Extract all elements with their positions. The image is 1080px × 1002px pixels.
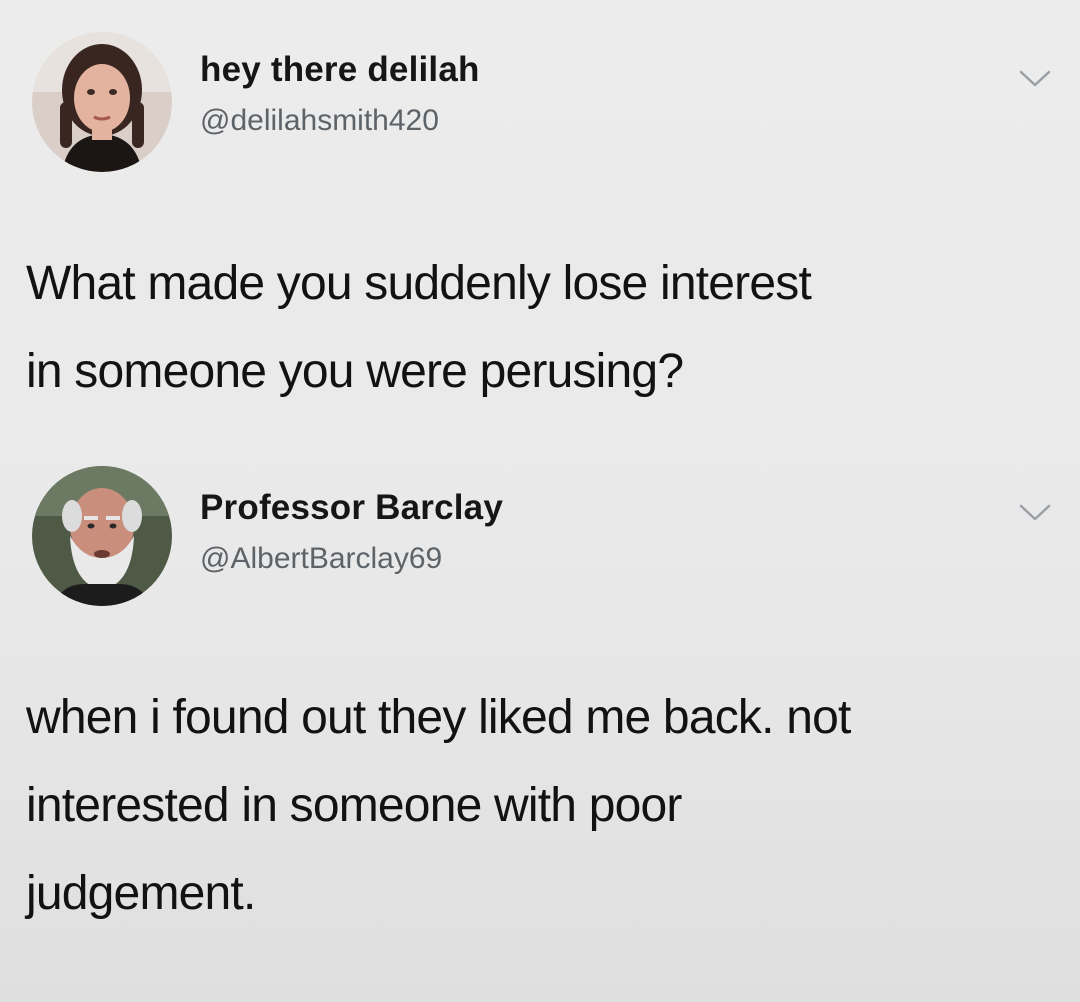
tweet-text-line: in someone you were perusing? <box>26 345 684 398</box>
tweet-text-line: What made you suddenly lose interest <box>26 257 812 310</box>
avatar[interactable] <box>32 32 172 172</box>
display-name[interactable]: hey there delilah <box>200 50 480 90</box>
user-handle[interactable]: @delilahsmith420 <box>200 104 439 138</box>
chevron-down-icon[interactable] <box>1018 502 1052 524</box>
tweet-text: when i found out they liked me back. not… <box>26 674 1066 938</box>
tweet-text-line: interested in someone with poor <box>26 779 682 832</box>
avatar-photo-old-man <box>32 466 172 606</box>
tweet-text: What made you suddenly lose interest in … <box>26 240 1066 416</box>
tweet-text-line: judgement. <box>26 867 256 920</box>
tweet-card: Professor Barclay @AlbertBarclay69 when … <box>0 440 1080 1002</box>
avatar-photo-woman <box>32 32 172 172</box>
display-name[interactable]: Professor Barclay <box>200 488 503 528</box>
tweet-text-line: when i found out they liked me back. not <box>26 691 851 744</box>
user-handle[interactable]: @AlbertBarclay69 <box>200 542 442 576</box>
chevron-down-icon[interactable] <box>1018 68 1052 90</box>
avatar[interactable] <box>32 466 172 606</box>
tweet-card: hey there delilah @delilahsmith420 What … <box>0 0 1080 440</box>
